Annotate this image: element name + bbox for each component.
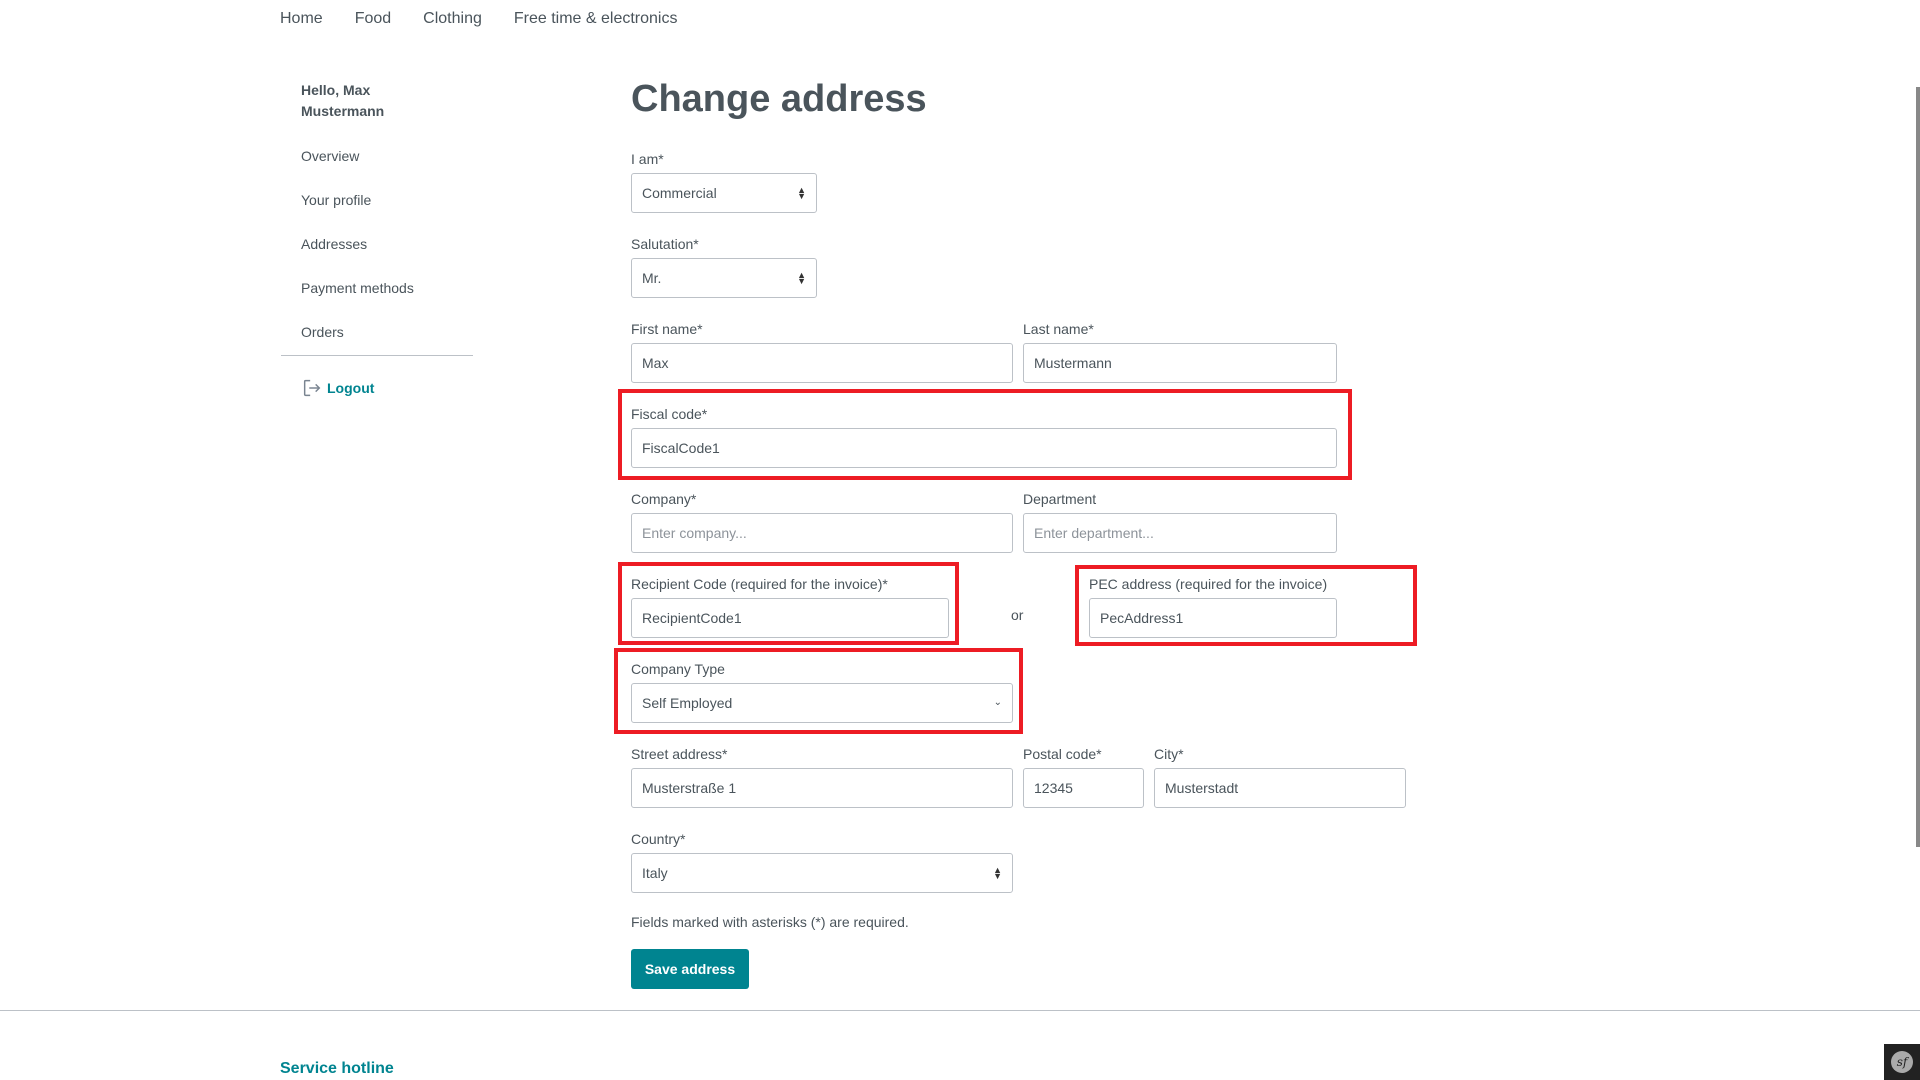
recipient-code-label: Recipient Code (required for the invoice… bbox=[631, 576, 888, 592]
first-name-label: First name* bbox=[631, 321, 703, 337]
first-name-field: First name* Max bbox=[631, 319, 1013, 383]
country-select[interactable]: Italy ▲ ▼ bbox=[631, 853, 1013, 893]
postal-code-field: Postal code* 12345 bbox=[1023, 744, 1144, 808]
sidebar-item-profile[interactable]: Your profile bbox=[301, 192, 371, 208]
fiscal-code-label: Fiscal code* bbox=[631, 406, 708, 422]
sidebar-item-addresses[interactable]: Addresses bbox=[301, 236, 367, 252]
sidebar-item-payment-methods[interactable]: Payment methods bbox=[301, 280, 414, 296]
chevron-down-icon: ⌄ bbox=[993, 696, 1002, 708]
pec-address-label: PEC address (required for the invoice) bbox=[1089, 576, 1328, 592]
symfony-toolbar-toggle[interactable]: sf bbox=[1884, 1044, 1920, 1080]
recipient-code-input[interactable]: RecipientCode1 bbox=[631, 598, 949, 638]
account-type-field: I am* Commercial ▲ ▼ bbox=[631, 149, 817, 213]
company-input[interactable]: Enter company... bbox=[631, 513, 1013, 553]
last-name-input[interactable]: Mustermann bbox=[1023, 343, 1337, 383]
nav-clothing[interactable]: Clothing bbox=[423, 10, 482, 28]
sidebar-item-overview[interactable]: Overview bbox=[301, 148, 359, 164]
first-name-input[interactable]: Max bbox=[631, 343, 1013, 383]
postal-code-label: Postal code* bbox=[1023, 746, 1102, 762]
account-greeting: Hello, Max Mustermann bbox=[301, 82, 385, 119]
department-field: Department Enter department... bbox=[1023, 489, 1337, 553]
account-type-select[interactable]: Commercial ▲ ▼ bbox=[631, 173, 817, 213]
country-label: Country* bbox=[631, 831, 686, 847]
salutation-field: Salutation* Mr. ▲ ▼ bbox=[631, 234, 817, 298]
company-field: Company* Enter company... bbox=[631, 489, 1013, 553]
fiscal-code-field: Fiscal code* FiscalCode1 bbox=[631, 404, 1337, 468]
required-fields-note: Fields marked with asterisks (*) are req… bbox=[631, 914, 909, 930]
page-title: Change address bbox=[631, 78, 927, 120]
country-value: Italy bbox=[642, 865, 668, 881]
sidebar-divider bbox=[281, 355, 473, 356]
nav-food[interactable]: Food bbox=[355, 10, 391, 28]
salutation-select[interactable]: Mr. ▲ ▼ bbox=[631, 258, 817, 298]
account-type-value: Commercial bbox=[642, 185, 717, 201]
select-arrows-icon: ▲ ▼ bbox=[797, 185, 806, 201]
logout-label: Logout bbox=[327, 380, 375, 396]
sidebar-item-orders[interactable]: Orders bbox=[301, 324, 344, 340]
company-type-value: Self Employed bbox=[642, 695, 733, 711]
company-label: Company* bbox=[631, 491, 697, 507]
nav-free-time-electronics[interactable]: Free time & electronics bbox=[514, 10, 678, 28]
last-name-field: Last name* Mustermann bbox=[1023, 319, 1337, 383]
department-input[interactable]: Enter department... bbox=[1023, 513, 1337, 553]
nav-home[interactable]: Home bbox=[280, 10, 323, 28]
logout-icon bbox=[303, 379, 321, 397]
pec-address-input[interactable]: PecAddress1 bbox=[1089, 598, 1337, 638]
account-type-label: I am* bbox=[631, 151, 664, 167]
salutation-label: Salutation* bbox=[631, 236, 699, 252]
page-scrollbar[interactable] bbox=[1916, 87, 1920, 847]
footer-divider bbox=[0, 1010, 1920, 1011]
street-label: Street address* bbox=[631, 746, 728, 762]
fiscal-code-input[interactable]: FiscalCode1 bbox=[631, 428, 1337, 468]
postal-code-input[interactable]: 12345 bbox=[1023, 768, 1144, 808]
street-input[interactable]: Musterstraße 1 bbox=[631, 768, 1013, 808]
company-type-field: Company Type Self Employed ⌄ bbox=[631, 659, 1013, 723]
salutation-value: Mr. bbox=[642, 270, 662, 286]
save-address-button[interactable]: Save address bbox=[631, 949, 749, 989]
select-arrows-icon: ▲ ▼ bbox=[993, 865, 1002, 881]
company-type-select[interactable]: Self Employed ⌄ bbox=[631, 683, 1013, 723]
country-field: Country* Italy ▲ ▼ bbox=[631, 829, 1013, 893]
city-input[interactable]: Musterstadt bbox=[1154, 768, 1406, 808]
pec-address-field: PEC address (required for the invoice) P… bbox=[1089, 574, 1337, 638]
symfony-icon: sf bbox=[1891, 1051, 1913, 1073]
last-name-label: Last name* bbox=[1023, 321, 1094, 337]
department-label: Department bbox=[1023, 491, 1097, 507]
service-hotline-heading: Service hotline bbox=[280, 1060, 394, 1077]
recipient-code-field: Recipient Code (required for the invoice… bbox=[631, 574, 949, 638]
street-field: Street address* Musterstraße 1 bbox=[631, 744, 1013, 808]
select-arrows-icon: ▲ ▼ bbox=[797, 270, 806, 286]
main-navigation: Home Food Clothing Free time & electroni… bbox=[280, 10, 677, 28]
city-field: City* Musterstadt bbox=[1154, 744, 1406, 808]
logout-link[interactable]: Logout bbox=[301, 377, 374, 399]
company-type-label: Company Type bbox=[631, 661, 725, 677]
city-label: City* bbox=[1154, 746, 1184, 762]
or-separator: or bbox=[1011, 607, 1024, 623]
